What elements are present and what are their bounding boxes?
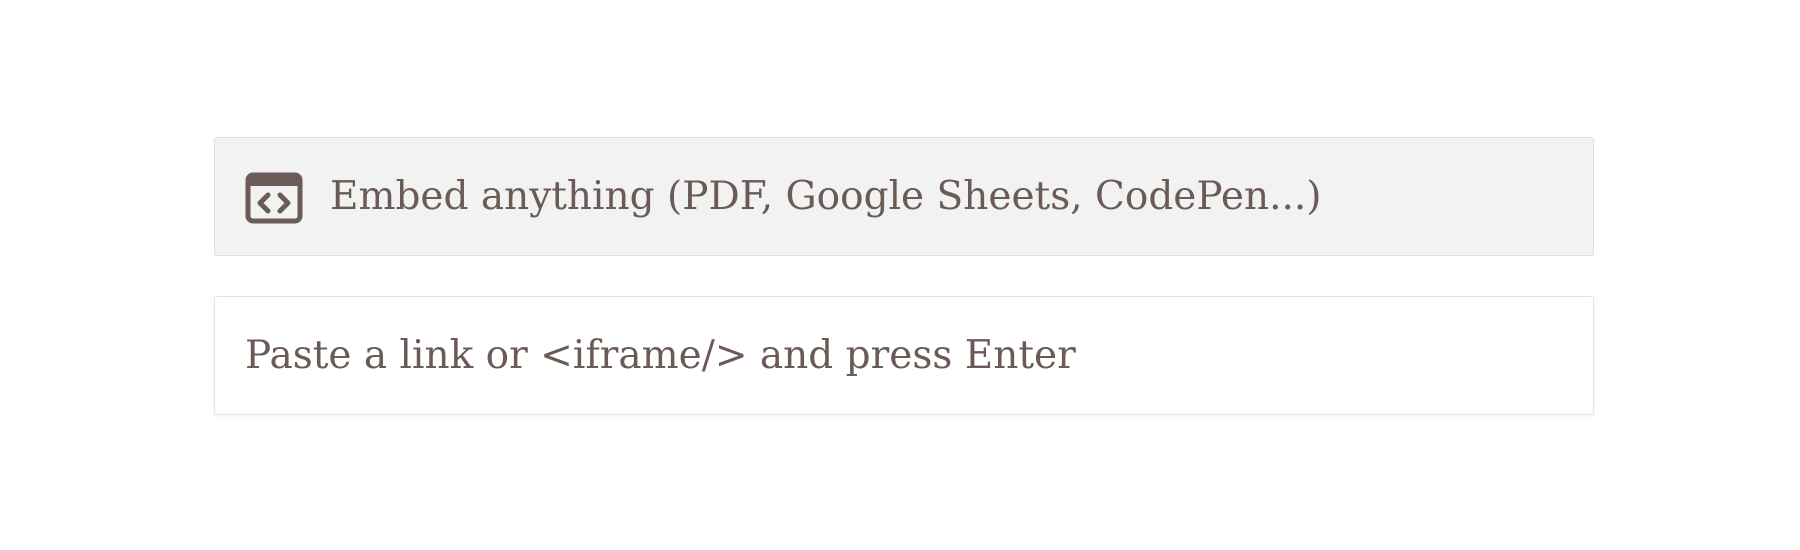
link-input-container bbox=[214, 296, 1594, 415]
embed-label: Embed anything (PDF, Google Sheets, Code… bbox=[330, 174, 1322, 219]
code-window-icon bbox=[245, 172, 303, 224]
embed-bar[interactable]: Embed anything (PDF, Google Sheets, Code… bbox=[214, 137, 1594, 256]
link-input[interactable] bbox=[215, 297, 1593, 414]
